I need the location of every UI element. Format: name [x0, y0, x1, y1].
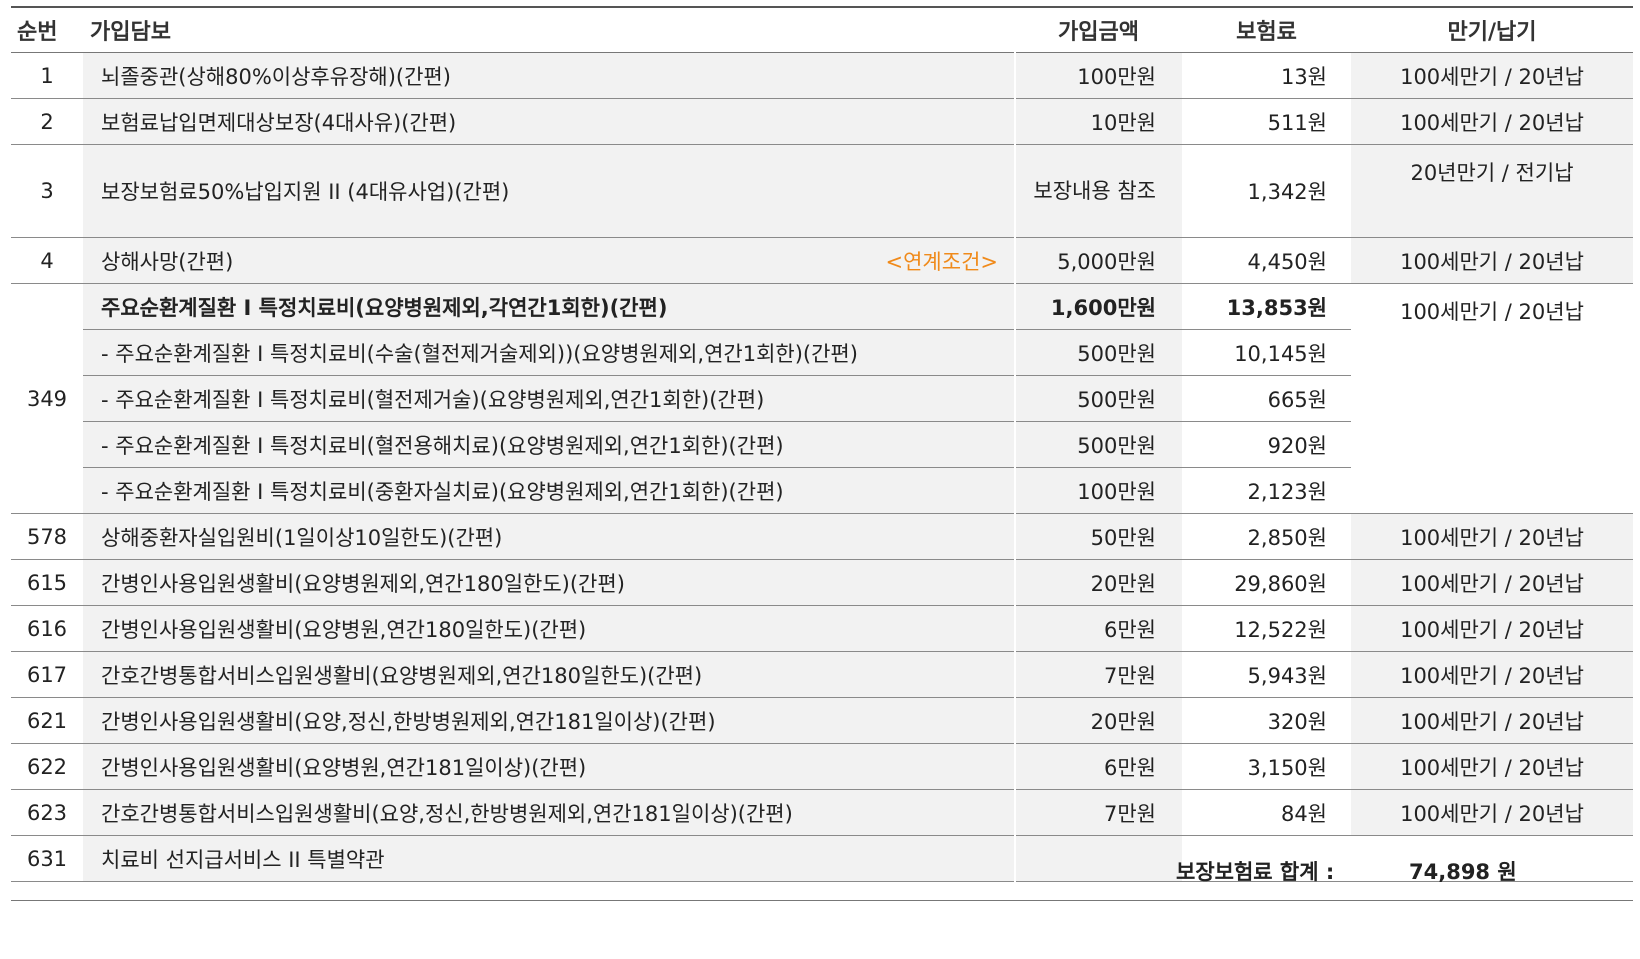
group-sub-coverage: - 주요순환계질환 I 특정치료비(중환자실치료)(요양병원제외,연간1회한)(…: [83, 467, 1015, 514]
row-premium: 84원: [1182, 789, 1351, 836]
row-term: 20년만기 / 전기납: [1351, 144, 1633, 238]
row-no: 623: [11, 789, 83, 836]
row-term: 100세만기 / 20년납: [1351, 743, 1633, 790]
table-row: 3 보장보험료50%납입지원 II (4대유사업)(간편) 보장내용 참조 1,…: [11, 144, 1633, 238]
row-term: 100세만기 / 20년납: [1351, 651, 1633, 698]
table-row: 2 보험료납입면제대상보장(4대사유)(간편) 10만원 511원 100세만기…: [11, 98, 1633, 145]
row-term: 100세만기 / 20년납: [1351, 237, 1633, 284]
table-row: 578 상해중환자실입원비(1일이상10일한도)(간편) 50만원 2,850원…: [11, 513, 1633, 560]
row-term: 100세만기 / 20년납: [1351, 789, 1633, 836]
row-amount: 10만원: [1014, 98, 1182, 145]
group-sub-amount: 500만원: [1014, 421, 1182, 468]
row-amount: 7만원: [1014, 789, 1182, 836]
row-term: 100세만기 / 20년납: [1351, 52, 1633, 99]
table-row: 1 뇌졸중관(상해80%이상후유장해)(간편) 100만원 13원 100세만기…: [11, 52, 1633, 99]
total-value: 74,898 원: [1409, 860, 1517, 884]
row-term: 100세만기 / 20년납: [1351, 605, 1633, 652]
row-premium: 12,522원: [1182, 605, 1351, 652]
row-no: 616: [11, 605, 83, 652]
row-no: 4: [11, 237, 83, 284]
row-no: 621: [11, 697, 83, 744]
row-no: 1: [11, 52, 83, 99]
header-amount: 가입금액: [1015, 6, 1182, 53]
row-amount: 20만원: [1014, 697, 1182, 744]
group-main-row: 349 주요순환계질환 I 특정치료비(요양병원제외,각연간1회한)(간편) 1…: [11, 283, 1633, 514]
row-no: 617: [11, 651, 83, 698]
row-no: 622: [11, 743, 83, 790]
insurance-summary: 순번 가입담보 가입금액 보험료 만기/납기 1 뇌졸중관(상해80%이상후유장…: [0, 0, 1640, 959]
row-coverage: 간병인사용입원생활비(요양병원,연간180일한도)(간편): [83, 605, 1015, 652]
row-coverage: 보장보험료50%납입지원 II (4대유사업)(간편): [83, 144, 1015, 238]
group-sub-amount: 100만원: [1014, 467, 1182, 514]
group-sub-premium: 2,123원: [1182, 467, 1351, 514]
row-amount: 5,000만원: [1014, 237, 1182, 284]
row-coverage: 간호간병통합서비스입원생활비(요양병원제외,연간180일한도)(간편): [83, 651, 1015, 698]
table-row: 4 상해사망(간편) <연계조건> 5,000만원 4,450원 100세만기 …: [11, 237, 1633, 284]
row-coverage-label: 상해사망(간편): [101, 249, 234, 274]
row-premium: 5,943원: [1182, 651, 1351, 698]
row-coverage: 상해사망(간편) <연계조건>: [83, 237, 1015, 284]
row-premium: 4,450원: [1182, 237, 1351, 284]
row-coverage: 보험료납입면제대상보장(4대사유)(간편): [83, 98, 1015, 145]
header-premium: 보험료: [1182, 6, 1351, 53]
row-amount: 100만원: [1014, 52, 1182, 99]
row-coverage: 간병인사용입원생활비(요양,정신,한방병원제외,연간181일이상)(간편): [83, 697, 1015, 744]
row-amount: 50만원: [1014, 513, 1182, 560]
group-sub-premium: 920원: [1182, 421, 1351, 468]
group-sub-premium: 665원: [1182, 375, 1351, 422]
table-row: 621 간병인사용입원생활비(요양,정신,한방병원제외,연간181일이상)(간편…: [11, 697, 1633, 744]
group-sub-coverage: - 주요순환계질환 I 특정치료비(수술(혈전제거술제외))(요양병원제외,연간…: [83, 329, 1015, 376]
row-coverage: 간호간병통합서비스입원생활비(요양,정신,한방병원제외,연간181일이상)(간편…: [83, 789, 1015, 836]
table-row: 617 간호간병통합서비스입원생활비(요양병원제외,연간180일한도)(간편) …: [11, 651, 1633, 698]
row-amount: 보장내용 참조: [1014, 144, 1182, 238]
row-amount: 20만원: [1014, 559, 1182, 606]
row-term: 100세만기 / 20년납: [1351, 513, 1633, 560]
group-main-premium: 13,853원: [1182, 283, 1351, 330]
row-coverage: 간병인사용입원생활비(요양병원,연간181일이상)(간편): [83, 743, 1015, 790]
row-premium: 13원: [1182, 52, 1351, 99]
header-coverage: 가입담보: [83, 6, 1015, 53]
group-main-amount: 1,600만원: [1014, 283, 1182, 330]
row-coverage: 뇌졸중관(상해80%이상후유장해)(간편): [83, 52, 1015, 99]
row-amount: 6만원: [1014, 743, 1182, 790]
coverage-table: 순번 가입담보 가입금액 보험료 만기/납기 1 뇌졸중관(상해80%이상후유장…: [11, 6, 1633, 882]
group-sub-amount: 500만원: [1014, 375, 1182, 422]
row-coverage: 간병인사용입원생활비(요양병원제외,연간180일한도)(간편): [83, 559, 1015, 606]
table-row: 623 간호간병통합서비스입원생활비(요양,정신,한방병원제외,연간181일이상…: [11, 789, 1633, 836]
group-sub-coverage: - 주요순환계질환 I 특정치료비(혈전제거술)(요양병원제외,연간1회한)(간…: [83, 375, 1015, 422]
header-no: 순번: [11, 6, 83, 53]
row-no: 615: [11, 559, 83, 606]
row-premium: 29,860원: [1182, 559, 1351, 606]
group-main-coverage: 주요순환계질환 I 특정치료비(요양병원제외,각연간1회한)(간편): [83, 283, 1015, 330]
row-no: 3: [11, 144, 83, 238]
group-no: 349: [11, 283, 83, 514]
row-no: 578: [11, 513, 83, 560]
row-coverage: 상해중환자실입원비(1일이상10일한도)(간편): [83, 513, 1015, 560]
group-sub-premium: 10,145원: [1182, 329, 1351, 376]
row-term: 100세만기 / 20년납: [1351, 98, 1633, 145]
row-premium: 1,342원: [1182, 144, 1351, 238]
total-row: 보장보험료 합계 : 74,898 원: [11, 848, 1633, 901]
row-premium: 2,850원: [1182, 513, 1351, 560]
table-row: 622 간병인사용입원생활비(요양병원,연간181일이상)(간편) 6만원 3,…: [11, 743, 1633, 790]
row-term: 100세만기 / 20년납: [1351, 697, 1633, 744]
row-term: 100세만기 / 20년납: [1351, 559, 1633, 606]
row-amount: 7만원: [1014, 651, 1182, 698]
row-no: 2: [11, 98, 83, 145]
table-row: 616 간병인사용입원생활비(요양병원,연간180일한도)(간편) 6만원 12…: [11, 605, 1633, 652]
linked-condition-link[interactable]: <연계조건>: [886, 246, 998, 276]
row-premium: 320원: [1182, 697, 1351, 744]
group-sub-coverage: - 주요순환계질환 I 특정치료비(혈전용해치료)(요양병원제외,연간1회한)(…: [83, 421, 1015, 468]
row-amount: 6만원: [1014, 605, 1182, 652]
row-premium: 511원: [1182, 98, 1351, 145]
total-label: 보장보험료 합계 :: [1176, 860, 1335, 884]
row-premium: 3,150원: [1182, 743, 1351, 790]
group-sub-amount: 500만원: [1014, 329, 1182, 376]
group-term: 100세만기 / 20년납: [1351, 283, 1633, 514]
header-row: 순번 가입담보 가입금액 보험료 만기/납기: [11, 6, 1633, 53]
table-row: 615 간병인사용입원생활비(요양병원제외,연간180일한도)(간편) 20만원…: [11, 559, 1633, 606]
header-term: 만기/납기: [1351, 6, 1633, 53]
